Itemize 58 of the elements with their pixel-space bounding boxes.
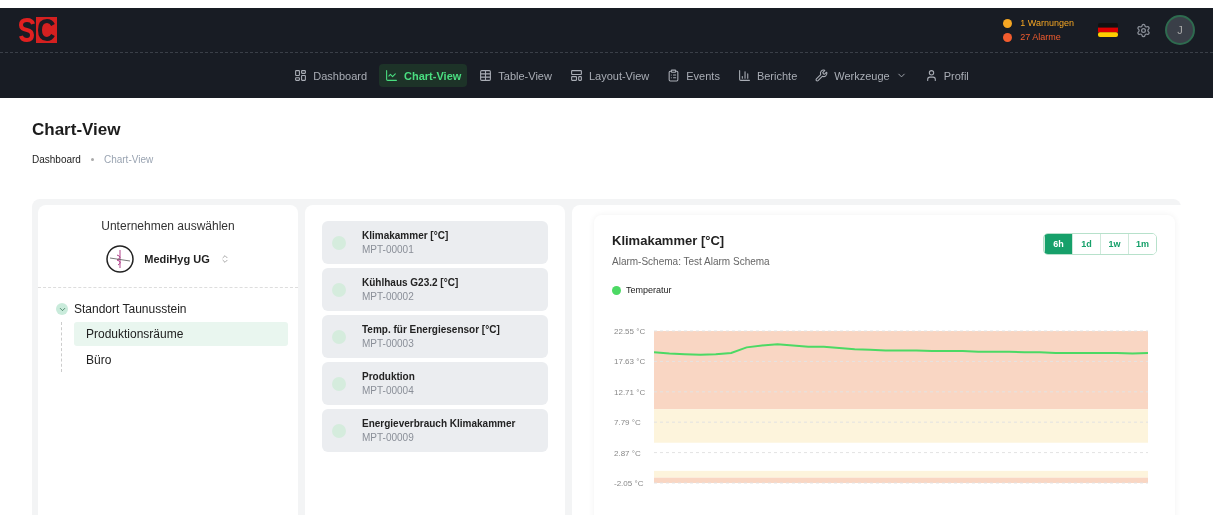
sensor-item[interactable]: Energieverbrauch Klimakammer MPT-00009 [322, 409, 548, 452]
user-icon [924, 69, 938, 82]
alarm-count[interactable]: 27 Alarme [1020, 32, 1061, 42]
nav-tab[interactable]: Berichte [731, 64, 804, 87]
sensor-name: Kühlhaus G23.2 [°C] [362, 277, 459, 288]
company-name[interactable]: MediHyg UG [144, 253, 210, 265]
german-flag-icon[interactable] [1098, 23, 1118, 37]
warning-dot [1003, 18, 1013, 28]
axis-label: 17.63 °C [614, 357, 646, 367]
room-item[interactable]: Büro [74, 348, 288, 372]
axis-label: -2.05 °C [614, 479, 644, 488]
nav-tab[interactable]: Table-View [473, 64, 558, 87]
sensor-name: Klimakammer [°C] [362, 230, 449, 241]
clipboard-icon [667, 69, 681, 82]
sensor-name: Produktion [362, 371, 415, 382]
nav-tab[interactable]: Profil [918, 64, 975, 87]
warning-count[interactable]: 1 Warnungen [1020, 18, 1074, 28]
axis-label: 12.71 °C [614, 387, 646, 397]
sensor-id: MPT-00003 [362, 338, 415, 349]
dashboard-icon [294, 69, 308, 82]
line-chart-icon [385, 69, 399, 82]
table-icon [479, 69, 493, 82]
sensor-id: MPT-00004 [362, 385, 415, 396]
panel-heading: Unternehmen auswählen [100, 219, 236, 233]
sensor-item[interactable]: Klimakammer [°C] MPT-00001 [322, 221, 548, 264]
wrench-icon [815, 69, 829, 82]
settings-icon[interactable] [1136, 22, 1151, 38]
sensor-item[interactable]: Temp. für Energiesensor [°C] MPT-00003 [322, 315, 548, 358]
sensor-name: Temp. für Energiesensor [°C] [362, 324, 500, 335]
nav-tab[interactable]: Werkzeuge [809, 64, 913, 87]
company-logo [106, 245, 135, 273]
sensor-id: MPT-00001 [362, 244, 415, 255]
page-title: Chart-View [32, 120, 122, 140]
axis-label: 7.79 °C [614, 418, 641, 428]
nav-tab[interactable]: Chart-View [379, 64, 468, 87]
sensor-item[interactable]: Produktion MPT-00004 [322, 362, 548, 405]
range-tab[interactable]: 1m [1128, 234, 1156, 254]
alarm-dot [1003, 32, 1013, 42]
axis-label: 22.55 °C [614, 327, 646, 336]
sensor-id: MPT-00009 [362, 432, 415, 443]
nav-tab[interactable]: Dashboard [288, 64, 374, 87]
legend-label: Temperatur [626, 285, 672, 295]
location-item[interactable]: Standort Taunusstein [74, 302, 187, 316]
sensor-item[interactable]: Kühlhaus G23.2 [°C] MPT-00002 [322, 268, 548, 311]
user-avatar[interactable]: J [1165, 15, 1195, 45]
layout-icon [569, 69, 583, 82]
chevron-toggle-icon[interactable] [56, 303, 68, 315]
chart-subtitle: Alarm-Schema: Test Alarm Schema [612, 256, 770, 267]
bar-chart-icon [737, 69, 751, 82]
nav-tab[interactable]: Layout-View [563, 64, 656, 87]
room-item[interactable]: Produktionsräume [74, 322, 288, 346]
axis-label: 2.87 °C [614, 448, 641, 458]
sensor-name: Energieverbrauch Klimakammer [362, 418, 516, 429]
logo[interactable] [18, 16, 60, 44]
sensor-id: MPT-00002 [362, 291, 415, 302]
chart-title: Klimakammer [°C] [612, 233, 726, 248]
breadcrumb-link[interactable]: Dashboard [32, 154, 81, 165]
nav-tab[interactable]: Events [661, 64, 726, 87]
